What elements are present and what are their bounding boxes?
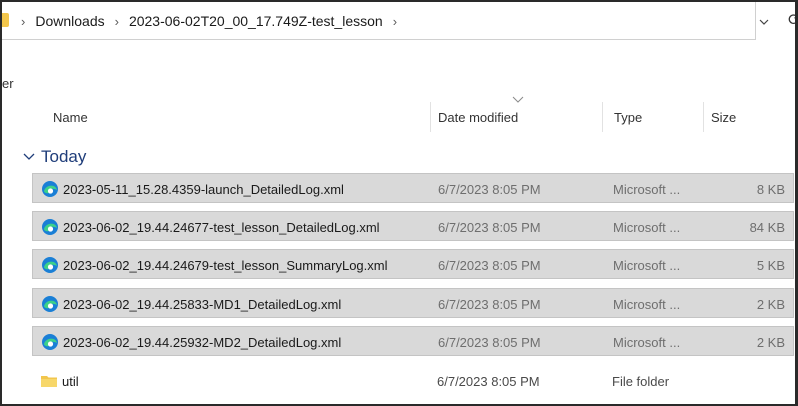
file-type: Microsoft ... (613, 181, 681, 197)
folder-icon (2, 13, 9, 27)
edge-icon (42, 219, 58, 235)
list-item[interactable]: 2023-05-11_15.28.4359-launch_DetailedLog… (32, 173, 794, 203)
column-divider[interactable] (703, 102, 704, 132)
column-divider[interactable] (602, 102, 603, 132)
file-type: Microsoft ... (613, 219, 681, 235)
list-item[interactable]: 2023-06-02_19.44.24677-test_lesson_Detai… (32, 211, 794, 241)
file-name: 2023-06-02_19.44.24679-test_lesson_Summa… (63, 257, 388, 273)
edge-icon (42, 257, 58, 273)
edge-icon (42, 296, 58, 312)
breadcrumb-current-folder[interactable]: 2023-06-02T20_00_17.749Z-test_lesson (129, 13, 383, 29)
toolbar-partial-label[interactable]: er (2, 76, 14, 91)
breadcrumb-downloads[interactable]: Downloads (35, 13, 104, 29)
file-date-modified: 6/7/2023 8:05 PM (438, 181, 541, 197)
column-divider[interactable] (430, 102, 431, 132)
file-date-modified: 6/7/2023 8:05 PM (438, 219, 541, 235)
breadcrumb: › Downloads › 2023-06-02T20_00_17.749Z-t… (18, 2, 407, 40)
chevron-right-icon[interactable]: › (21, 14, 25, 29)
file-size: 2 KB (756, 334, 785, 350)
file-date-modified: 6/7/2023 8:05 PM (438, 257, 541, 273)
column-header-name[interactable]: Name (53, 102, 88, 132)
column-header-date-modified[interactable]: Date modified (438, 102, 518, 132)
list-item[interactable]: 2023-06-02_19.44.24679-test_lesson_Summa… (32, 249, 794, 279)
refresh-icon[interactable]: ⟳ (788, 10, 795, 30)
file-type: Microsoft ... (613, 334, 681, 350)
file-explorer-window: › Downloads › 2023-06-02T20_00_17.749Z-t… (0, 0, 798, 406)
edge-icon (42, 334, 58, 350)
list-item[interactable]: util 6/7/2023 8:05 PM File folder (32, 366, 794, 396)
file-name: 2023-05-11_15.28.4359-launch_DetailedLog… (63, 181, 344, 197)
file-name: 2023-06-02_19.44.25932-MD2_DetailedLog.x… (63, 334, 342, 350)
file-name: 2023-06-02_19.44.25833-MD1_DetailedLog.x… (63, 296, 342, 312)
file-name: 2023-06-02_19.44.24677-test_lesson_Detai… (63, 219, 380, 235)
file-size: 2 KB (756, 296, 785, 312)
chevron-right-icon[interactable]: › (393, 14, 397, 29)
list-item[interactable]: 2023-06-02_19.44.25833-MD1_DetailedLog.x… (32, 288, 794, 318)
file-type: File folder (612, 373, 670, 389)
group-label: Today (41, 147, 87, 166)
file-size: 8 KB (756, 181, 785, 197)
file-type: Microsoft ... (613, 296, 681, 312)
group-header-today[interactable]: Today (22, 145, 86, 169)
chevron-right-icon[interactable]: › (115, 14, 119, 29)
address-bar[interactable]: › Downloads › 2023-06-02T20_00_17.749Z-t… (2, 2, 756, 40)
chevron-down-icon[interactable] (22, 152, 36, 162)
file-type: Microsoft ... (613, 257, 681, 273)
file-date-modified: 6/7/2023 8:05 PM (438, 296, 541, 312)
folder-icon (41, 376, 57, 387)
list-item[interactable]: 2023-06-02_19.44.25932-MD2_DetailedLog.x… (32, 326, 794, 356)
file-date-modified: 6/7/2023 8:05 PM (438, 334, 541, 350)
column-header-row: Name Date modified Type Size (2, 102, 795, 132)
file-size: 84 KB (749, 219, 785, 235)
chevron-down-icon[interactable] (758, 16, 770, 28)
file-size: 5 KB (756, 257, 785, 273)
file-date-modified: 6/7/2023 8:05 PM (437, 373, 540, 389)
edge-icon (42, 181, 58, 197)
column-header-size[interactable]: Size (711, 102, 736, 132)
column-header-type[interactable]: Type (614, 102, 642, 132)
file-name: util (62, 373, 79, 389)
